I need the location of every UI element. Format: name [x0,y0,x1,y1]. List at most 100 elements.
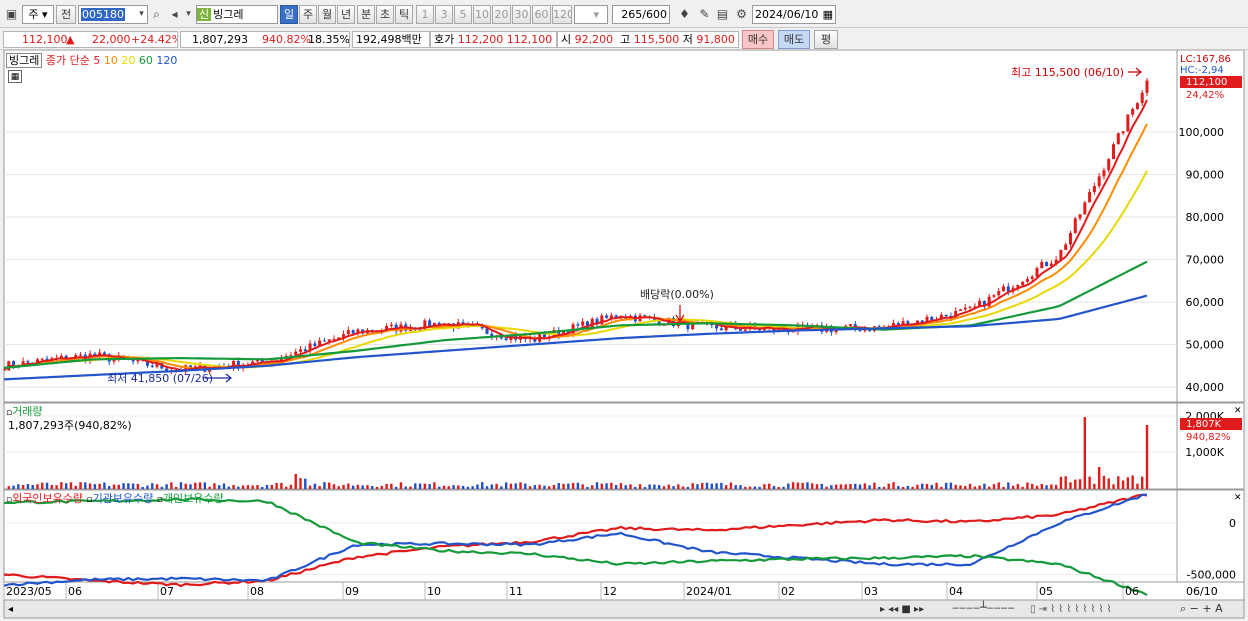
volume-bar [921,483,924,489]
interval-select[interactable]: ▾ [574,5,608,24]
close-icon[interactable]: ✕ [1234,492,1242,505]
candle-body [346,330,350,335]
volume-bar [313,483,317,489]
tick-button-30[interactable]: 30 [512,5,531,24]
stock-name-field[interactable]: 신 빙그레 [196,5,278,24]
time-tick-label: 05 [1039,585,1053,598]
volume-bar [12,485,15,489]
volume-bar [1126,477,1130,489]
sell-button[interactable]: 매도 [778,30,810,49]
candle-body [389,324,393,327]
volume-bar [308,485,312,489]
price-panel-legend: 빙그레 종가 단순 5 10 20 60 120 [6,53,177,68]
volume-bar [1136,483,1139,489]
volume-bar [1141,476,1144,489]
data-count-input[interactable]: 265/600 [612,5,670,24]
volume-bar [151,483,154,489]
calendar-icon[interactable]: ▦ [823,6,833,23]
chevron-down-icon[interactable]: ▾ [180,5,197,24]
tab-period-tick[interactable]: 틱 [395,5,413,24]
volume-bar [294,473,297,489]
zoom-controls[interactable]: ⌕ − + A [1180,602,1223,615]
tab-period-month[interactable]: 월 [318,5,336,24]
scroll-left-icon[interactable]: ◂ [8,603,13,616]
ma-60-legend: 60 [138,54,153,67]
volume-bar [304,478,307,489]
indicator-icon[interactable]: ♦ [676,5,693,24]
window-layout-icon[interactable]: ▣ [3,5,20,24]
volume-bar [261,486,264,489]
tab-period-minute[interactable]: 분 [357,5,375,24]
volume-bar [457,485,460,489]
gear-icon[interactable]: ⚙ [733,5,750,24]
volume-bar [1011,485,1015,489]
search-icon[interactable]: ⌕ [148,5,165,24]
volume-bar [189,484,192,489]
volume-bar [318,486,321,489]
volume-bar [739,485,742,489]
candle-body [40,358,44,360]
tick-button-120[interactable]: 120 [552,5,572,24]
buy-button[interactable]: 매수 [742,30,774,49]
volume-bar [787,483,790,489]
tab-period-second[interactable]: 초 [376,5,394,24]
tick-button-1[interactable]: 1 [416,5,434,24]
holding-tick-label: -500,000 [1187,569,1236,582]
volume-bar [490,484,494,489]
draw-tool-icon[interactable]: ✎ [696,5,713,24]
volume-bar [476,484,479,489]
tab-period-week[interactable]: 주 [299,5,317,24]
candle-body [968,306,972,308]
bid-ask-box: 호가 112,200 112,100 [430,31,557,48]
save-icon[interactable]: ▤ [714,5,731,24]
tab-period-day[interactable]: 일 [280,5,298,24]
tick-button-3[interactable]: 3 [435,5,453,24]
flat-button[interactable]: 평 [814,30,838,49]
candle-body [1126,114,1130,132]
chart-area[interactable]: 100,000 90,000 80,000 70,000 60,000 50,000 40,… [0,50,1248,621]
zoom-slider[interactable]: ‒‒‒‒┴‒‒‒‒ [952,601,1015,614]
volume-bar [17,484,20,489]
volume-bar [701,482,704,489]
volume-bar [600,483,604,489]
volume-bar [748,486,752,489]
tab-period-year[interactable]: 년 [337,5,355,24]
tick-button-5[interactable]: 5 [454,5,472,24]
prev-button[interactable]: 전 [56,5,76,24]
volume-bar [31,484,34,489]
volume-bar [973,486,977,489]
volume-bar [385,483,388,489]
tick-button-60[interactable]: 60 [532,5,551,24]
volume-bar [715,483,718,489]
period-select[interactable]: 주 ▾ [22,5,54,24]
candle-body [1006,286,1010,292]
volume-bar [284,486,288,489]
volume-bar [777,486,780,489]
volume-bar [648,484,651,489]
volume-bar [959,485,962,489]
volume-bar [1097,467,1101,489]
close-icon[interactable]: ✕ [1234,405,1242,418]
volume-bar [127,483,130,489]
volume-bar [438,486,441,489]
volume-bar [218,485,221,489]
tick-button-10[interactable]: 10 [473,5,491,24]
chart-tools-icons[interactable]: ▯ ⇥ ⌇ ⌇ ⌇ ⌇ ⌇ ⌇ ⌇ ⌇ [1030,603,1112,616]
playback-controls[interactable]: ▸ ◂◂ ■ ▸▸ [880,603,924,616]
volume-bar [203,482,207,489]
tick-button-20[interactable]: 20 [492,5,511,24]
volume-bar [45,482,49,489]
date-input[interactable]: 2024/06/10 ▦ [752,5,836,24]
table-icon[interactable]: ▦ [8,70,22,83]
volume-bar [987,486,991,489]
stock-name-tag[interactable]: 빙그레 [6,53,43,68]
volume-bar [858,484,862,489]
candle-body [1025,279,1029,282]
time-tick-label: 2023/05 [6,585,52,598]
ma-label: 종가 단순 [45,54,90,67]
last-volume-tag: 1,807K [1180,418,1242,430]
candle-body [1083,202,1087,215]
candle-body [294,351,298,356]
volume-bar [638,484,642,489]
time-tick-label: 03 [864,585,878,598]
